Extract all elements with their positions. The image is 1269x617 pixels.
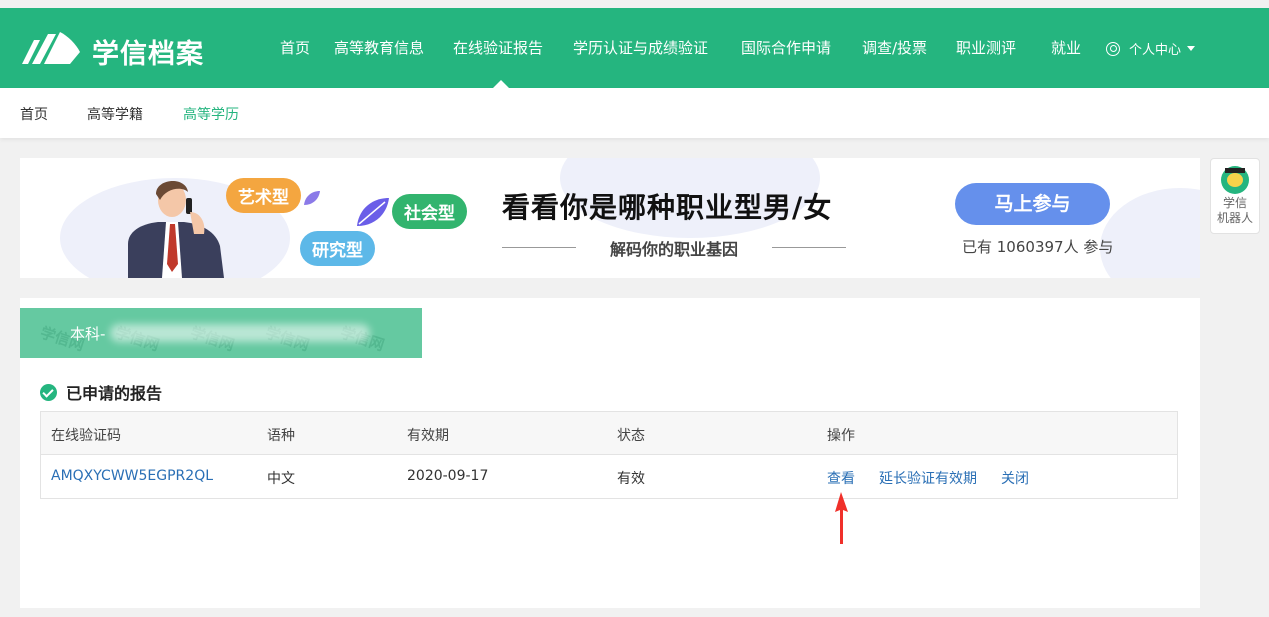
user-center-label: 个人中心 [1129, 39, 1181, 58]
nav-item-online-report[interactable]: 在线验证报告 [453, 37, 543, 58]
table-header-row: 在线验证码 语种 有效期 状态 操作 [41, 412, 1177, 455]
user-icon [1106, 42, 1120, 56]
nav-item-international[interactable]: 国际合作申请 [741, 37, 831, 58]
robot-label-line2: 机器人 [1211, 211, 1259, 226]
subnav-item-enrollment[interactable]: 高等学籍 [87, 104, 143, 124]
education-record-tab[interactable]: 学信网 学信网 学信网 学信网 学信网 本科- [20, 308, 422, 358]
column-header-actions: 操作 [827, 425, 855, 445]
join-now-button[interactable]: 马上参与 [955, 183, 1110, 225]
nav-item-higher-education[interactable]: 高等教育信息 [334, 37, 424, 58]
subnav-item-degree[interactable]: 高等学历 [183, 104, 239, 124]
verification-code[interactable]: AMQXYCWW5EGPR2QL [51, 468, 213, 484]
close-report-link[interactable]: 关闭 [1001, 468, 1029, 488]
robot-avatar-icon [1221, 166, 1249, 194]
active-nav-indicator [493, 80, 509, 88]
column-header-expiry: 有效期 [407, 425, 449, 445]
logo-text: 学信档案 [92, 32, 204, 71]
nav-item-certification[interactable]: 学历认证与成绩验证 [573, 37, 708, 58]
participant-count: 已有 1060397人 参与 [962, 236, 1113, 257]
nav-item-career-test[interactable]: 职业测评 [956, 37, 1016, 58]
tag-social: 社会型 [392, 194, 467, 229]
feather-icon [355, 196, 391, 228]
subnav-item-home[interactable]: 首页 [20, 104, 48, 124]
report-expiry: 2020-09-17 [407, 468, 488, 484]
robot-assistant-button[interactable]: 学信 机器人 [1210, 158, 1260, 234]
reports-table: 在线验证码 语种 有效期 状态 操作 AMQXYCWW5EGPR2QL 中文 2… [40, 411, 1178, 499]
businessman-illustration-icon [120, 172, 230, 278]
view-report-link[interactable]: 查看 [827, 468, 855, 488]
column-header-language: 语种 [267, 425, 295, 445]
logo-mark-icon [20, 30, 82, 66]
tag-artistic: 艺术型 [226, 178, 301, 213]
career-test-banner[interactable]: 艺术型 社会型 研究型 看看你是哪种职业型男/女 解码你的职业基因 马上参与 已… [20, 158, 1200, 278]
user-center-menu[interactable]: 个人中心 [1106, 39, 1195, 58]
banner-bg-blob [1100, 188, 1200, 278]
tag-research: 研究型 [300, 231, 375, 266]
extend-validity-link[interactable]: 延长验证有效期 [879, 468, 977, 488]
education-record-label: 本科- [70, 323, 105, 344]
banner-subtitle: 解码你的职业基因 [502, 236, 846, 260]
report-panel: 学信网 学信网 学信网 学信网 学信网 本科- 已申请的报告 在线验证码 语种 … [20, 298, 1200, 608]
nav-item-home[interactable]: 首页 [280, 37, 310, 58]
leaf-icon [303, 190, 321, 206]
sub-navbar: 首页 高等学籍 高等学历 [0, 88, 1269, 138]
nav-item-employment[interactable]: 就业 [1051, 37, 1081, 58]
nav-item-survey[interactable]: 调查/投票 [862, 37, 927, 58]
chevron-down-icon [1187, 46, 1195, 51]
section-title-text: 已申请的报告 [66, 380, 162, 404]
robot-label-line1: 学信 [1211, 196, 1259, 211]
column-header-status: 状态 [617, 425, 645, 445]
check-circle-icon [40, 384, 57, 401]
red-arrow-annotation-icon [832, 490, 852, 546]
banner-title: 看看你是哪种职业型男/女 [502, 186, 832, 226]
report-status: 有效 [617, 468, 645, 488]
section-title: 已申请的报告 [40, 380, 162, 404]
redacted-info [110, 324, 370, 342]
column-header-code: 在线验证码 [51, 425, 121, 445]
report-language: 中文 [267, 468, 295, 488]
top-navbar: 学信档案 首页 高等教育信息 在线验证报告 学历认证与成绩验证 国际合作申请 调… [0, 8, 1269, 88]
table-row: AMQXYCWW5EGPR2QL 中文 2020-09-17 有效 查看 延长验… [41, 455, 1177, 498]
logo[interactable]: 学信档案 [20, 28, 210, 68]
